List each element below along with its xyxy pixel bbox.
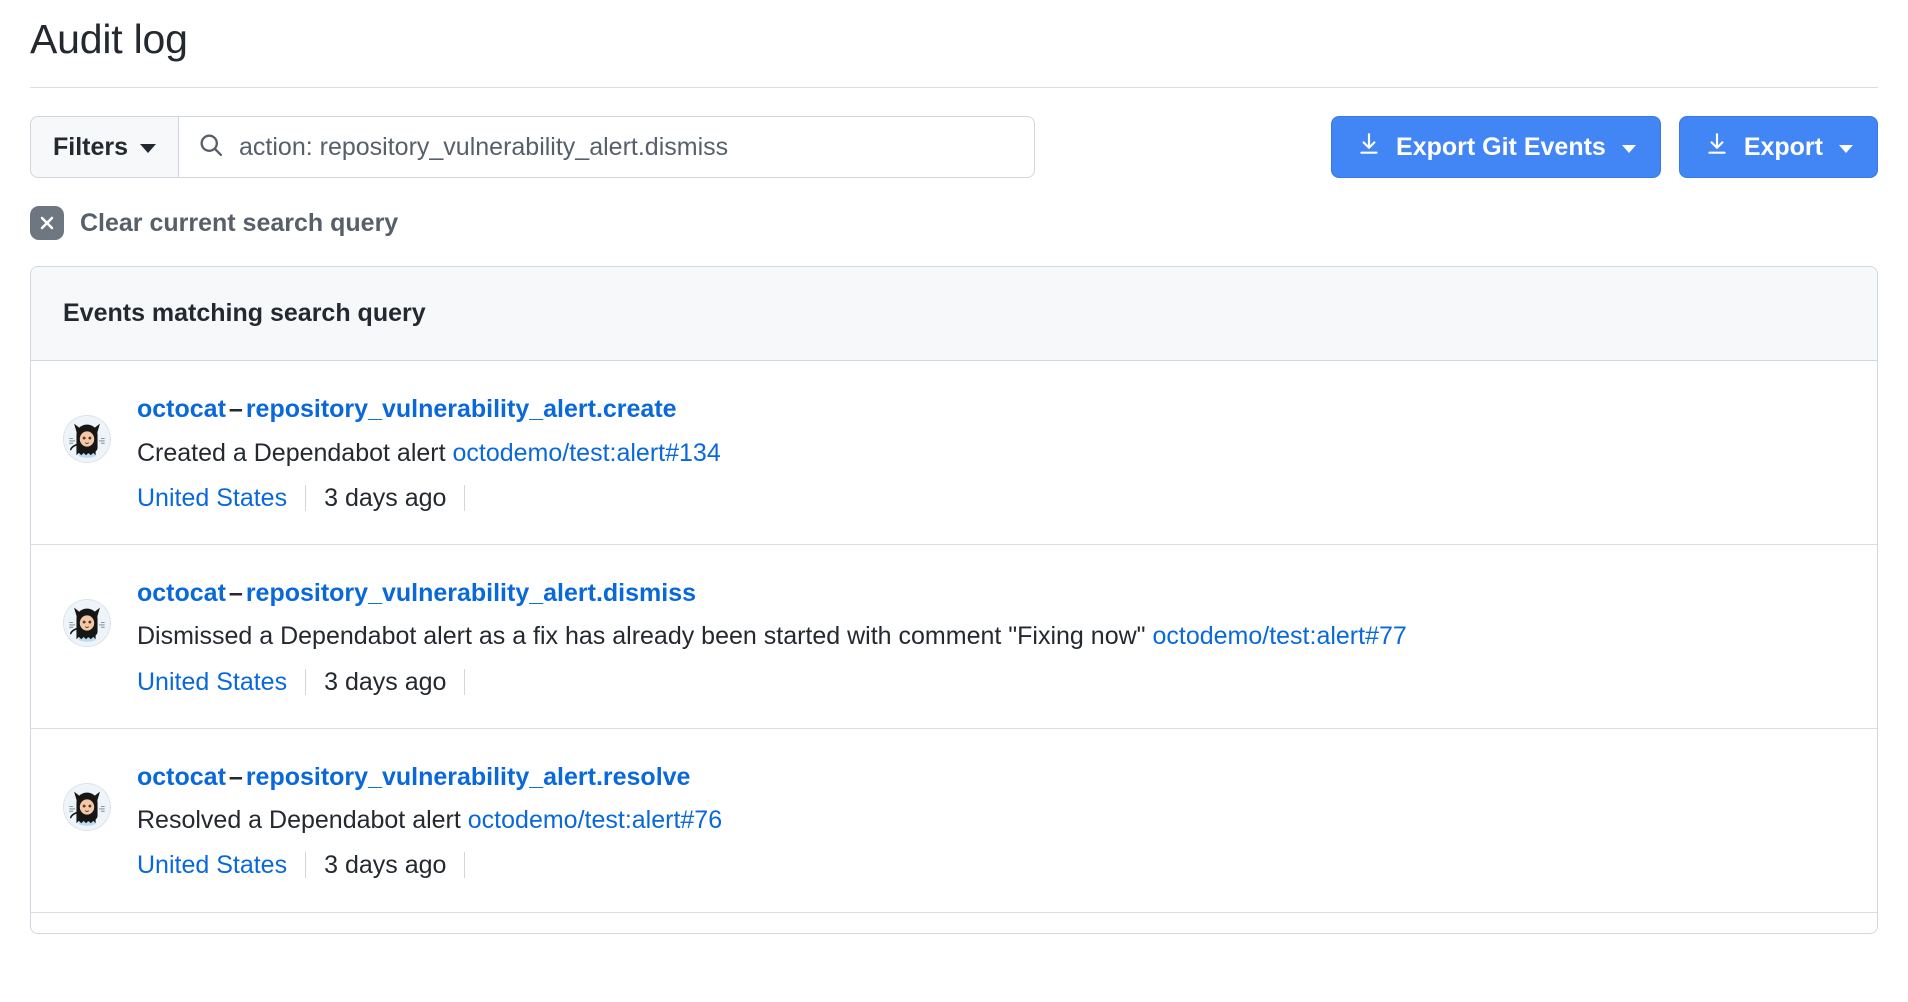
event-body: octocat–repository_vulnerability_alert.d… xyxy=(111,575,1845,700)
event-action-link[interactable]: repository_vulnerability_alert.dismiss xyxy=(246,579,696,607)
event-location-link[interactable]: United States xyxy=(137,664,287,700)
results-header-title: Events matching search query xyxy=(63,299,426,327)
audit-log-page: Audit log Filters action: repository_vul… xyxy=(0,0,1908,1002)
table-row: octocat–repository_vulnerability_alert.c… xyxy=(31,361,1877,545)
event-actor-link[interactable]: octocat xyxy=(137,395,226,423)
event-description-text: Dismissed a Dependabot alert as a fix ha… xyxy=(137,622,1152,650)
export-button[interactable]: Export xyxy=(1679,116,1878,178)
page-header: Audit log xyxy=(0,0,1908,65)
table-row: octocat–repository_vulnerability_alert.d… xyxy=(31,545,1877,729)
results-header: Events matching search query xyxy=(31,267,1877,361)
event-description: Created a Dependabot alert octodemo/test… xyxy=(137,435,1845,471)
event-action-link[interactable]: repository_vulnerability_alert.resolve xyxy=(246,763,691,791)
event-dash: – xyxy=(226,763,246,791)
event-target-link[interactable]: octodemo/test:alert#76 xyxy=(468,806,722,834)
chevron-down-icon xyxy=(140,144,156,153)
event-location-link[interactable]: United States xyxy=(137,847,287,883)
search-input-value: action: repository_vulnerability_alert.d… xyxy=(239,133,728,162)
event-title: octocat–repository_vulnerability_alert.d… xyxy=(137,575,1845,611)
download-icon xyxy=(1356,131,1382,164)
download-icon xyxy=(1704,131,1730,164)
event-dash: – xyxy=(226,579,246,607)
event-meta: United States 3 days ago xyxy=(137,847,1845,883)
event-body: octocat–repository_vulnerability_alert.r… xyxy=(111,759,1845,884)
results-card: Events matching search query xyxy=(30,266,1878,933)
export-git-events-button[interactable]: Export Git Events xyxy=(1331,116,1661,178)
filters-button-label: Filters xyxy=(53,133,128,162)
event-meta: United States 3 days ago xyxy=(137,664,1845,700)
event-description-text: Created a Dependabot alert xyxy=(137,439,453,467)
export-button-label: Export xyxy=(1744,133,1823,162)
meta-divider xyxy=(464,852,465,878)
event-meta: United States 3 days ago xyxy=(137,480,1845,516)
event-actor-link[interactable]: octocat xyxy=(137,763,226,791)
meta-divider xyxy=(464,669,465,695)
page-title: Audit log xyxy=(30,14,1878,65)
table-row: octocat–repository_vulnerability_alert.r… xyxy=(31,729,1877,913)
meta-divider xyxy=(305,852,306,878)
meta-divider xyxy=(464,485,465,511)
event-dash: – xyxy=(226,395,246,423)
close-icon xyxy=(30,206,64,240)
event-target-link[interactable]: octodemo/test:alert#134 xyxy=(453,439,721,467)
table-row-partial xyxy=(31,913,1877,933)
event-actor-link[interactable]: octocat xyxy=(137,579,226,607)
clear-search-query-button[interactable]: Clear current search query xyxy=(0,178,428,240)
meta-divider xyxy=(305,669,306,695)
event-timestamp: 3 days ago xyxy=(324,664,446,700)
event-action-link[interactable]: repository_vulnerability_alert.create xyxy=(246,395,677,423)
event-timestamp: 3 days ago xyxy=(324,480,446,516)
event-description-text: Resolved a Dependabot alert xyxy=(137,806,468,834)
event-title: octocat–repository_vulnerability_alert.c… xyxy=(137,391,1845,427)
event-target-link[interactable]: octodemo/test:alert#77 xyxy=(1152,622,1406,650)
search-icon xyxy=(197,131,225,164)
clear-search-query-label: Clear current search query xyxy=(80,209,398,238)
event-body: octocat–repository_vulnerability_alert.c… xyxy=(111,391,1845,516)
octocat-avatar[interactable] xyxy=(63,783,111,831)
search-toolbar: Filters action: repository_vulnerability… xyxy=(0,88,1908,178)
meta-divider xyxy=(305,485,306,511)
octocat-avatar[interactable] xyxy=(63,415,111,463)
search-input[interactable]: action: repository_vulnerability_alert.d… xyxy=(178,116,1035,178)
octocat-avatar[interactable] xyxy=(63,599,111,647)
event-location-link[interactable]: United States xyxy=(137,480,287,516)
event-description: Dismissed a Dependabot alert as a fix ha… xyxy=(137,618,1845,654)
event-description: Resolved a Dependabot alert octodemo/tes… xyxy=(137,802,1845,838)
chevron-down-icon xyxy=(1622,145,1636,153)
event-timestamp: 3 days ago xyxy=(324,847,446,883)
chevron-down-icon xyxy=(1839,145,1853,153)
export-git-events-label: Export Git Events xyxy=(1396,133,1606,162)
event-title: octocat–repository_vulnerability_alert.r… xyxy=(137,759,1845,795)
filters-button[interactable]: Filters xyxy=(30,116,178,178)
